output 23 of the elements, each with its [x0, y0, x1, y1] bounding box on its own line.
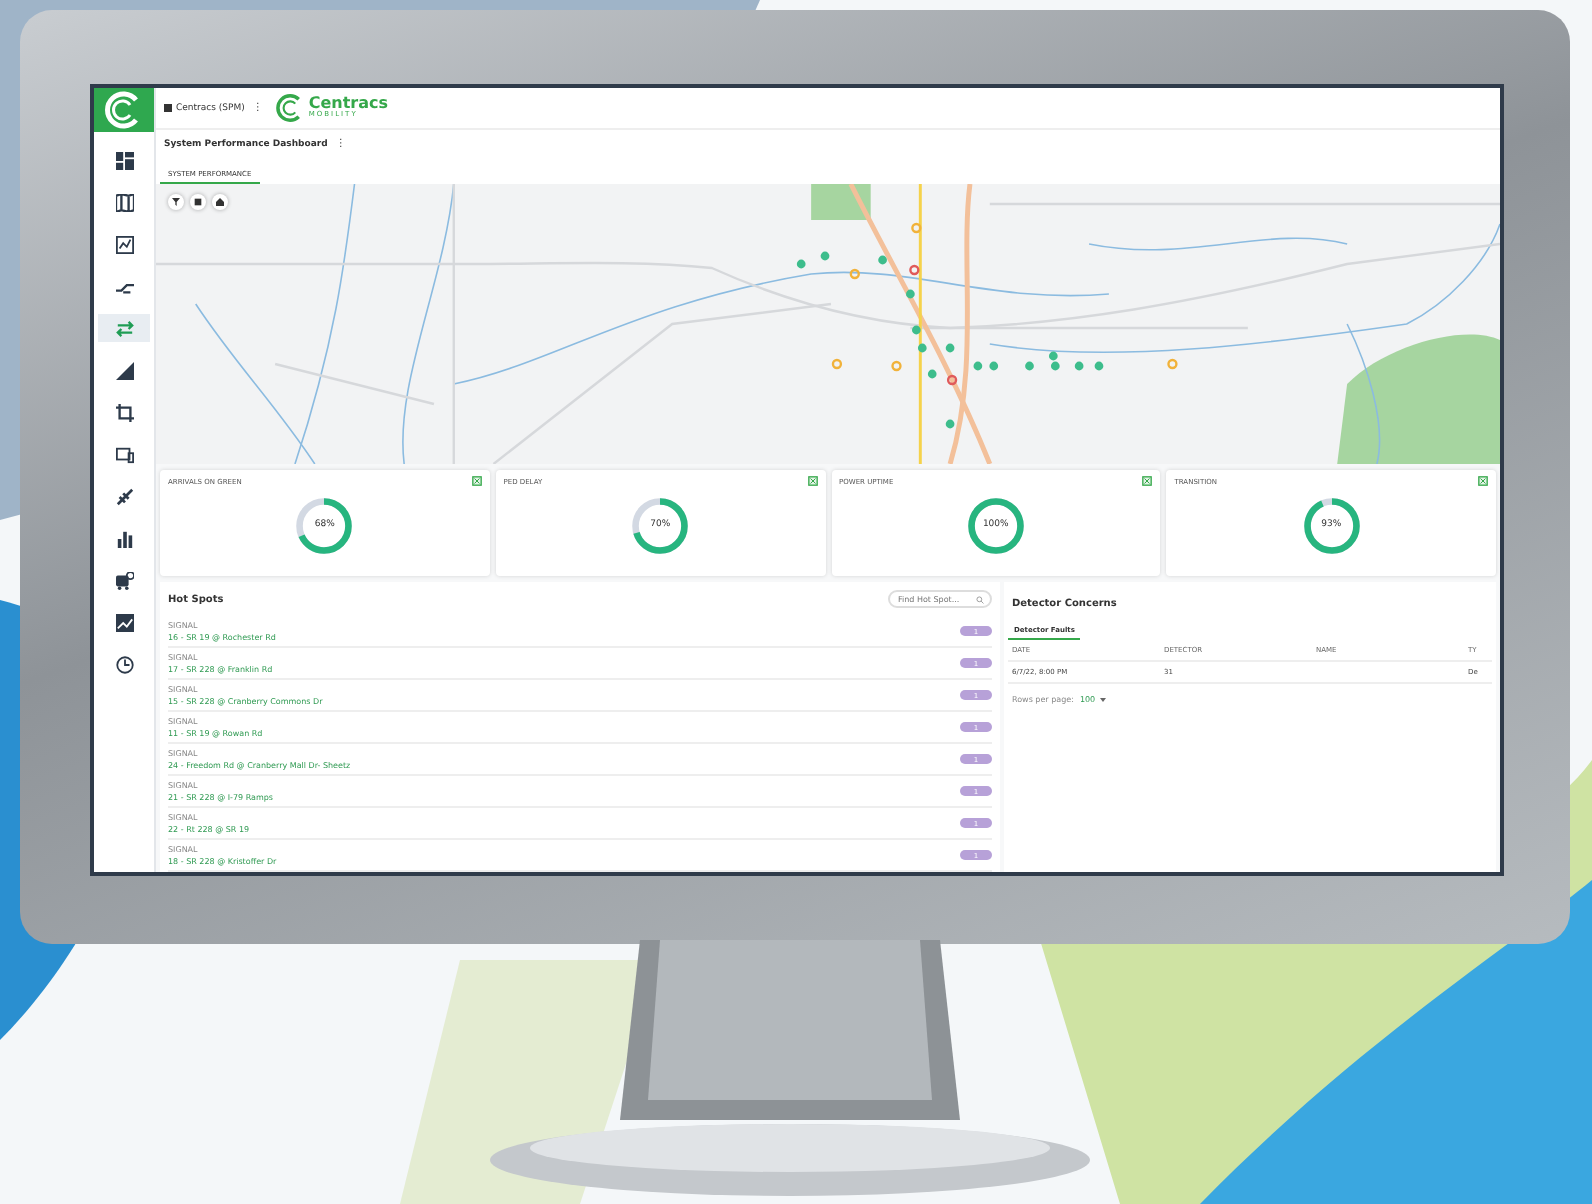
donut-gauge	[628, 494, 693, 558]
bars-icon	[115, 529, 133, 547]
export-button[interactable]	[807, 476, 817, 486]
export-button[interactable]	[471, 476, 482, 486]
crop-icon	[115, 403, 133, 421]
donut-gauge	[292, 494, 357, 558]
bus-icon	[115, 571, 133, 589]
search-icon	[976, 595, 984, 603]
swap-icon	[115, 319, 133, 337]
dashboard-icon	[115, 151, 133, 169]
image-icon	[115, 613, 133, 631]
clock-icon	[115, 655, 133, 673]
export-button[interactable]	[1142, 476, 1153, 486]
satellite-icon	[115, 487, 133, 505]
signal-icon	[115, 361, 133, 379]
logo-icon	[276, 94, 305, 122]
report-icon	[115, 235, 133, 253]
devices-icon	[115, 445, 133, 463]
map-icon	[115, 193, 133, 211]
donut-gauge	[963, 494, 1028, 558]
donut-gauge	[1299, 494, 1364, 558]
export-button[interactable]	[1478, 476, 1488, 486]
caret-icon	[1099, 697, 1106, 701]
